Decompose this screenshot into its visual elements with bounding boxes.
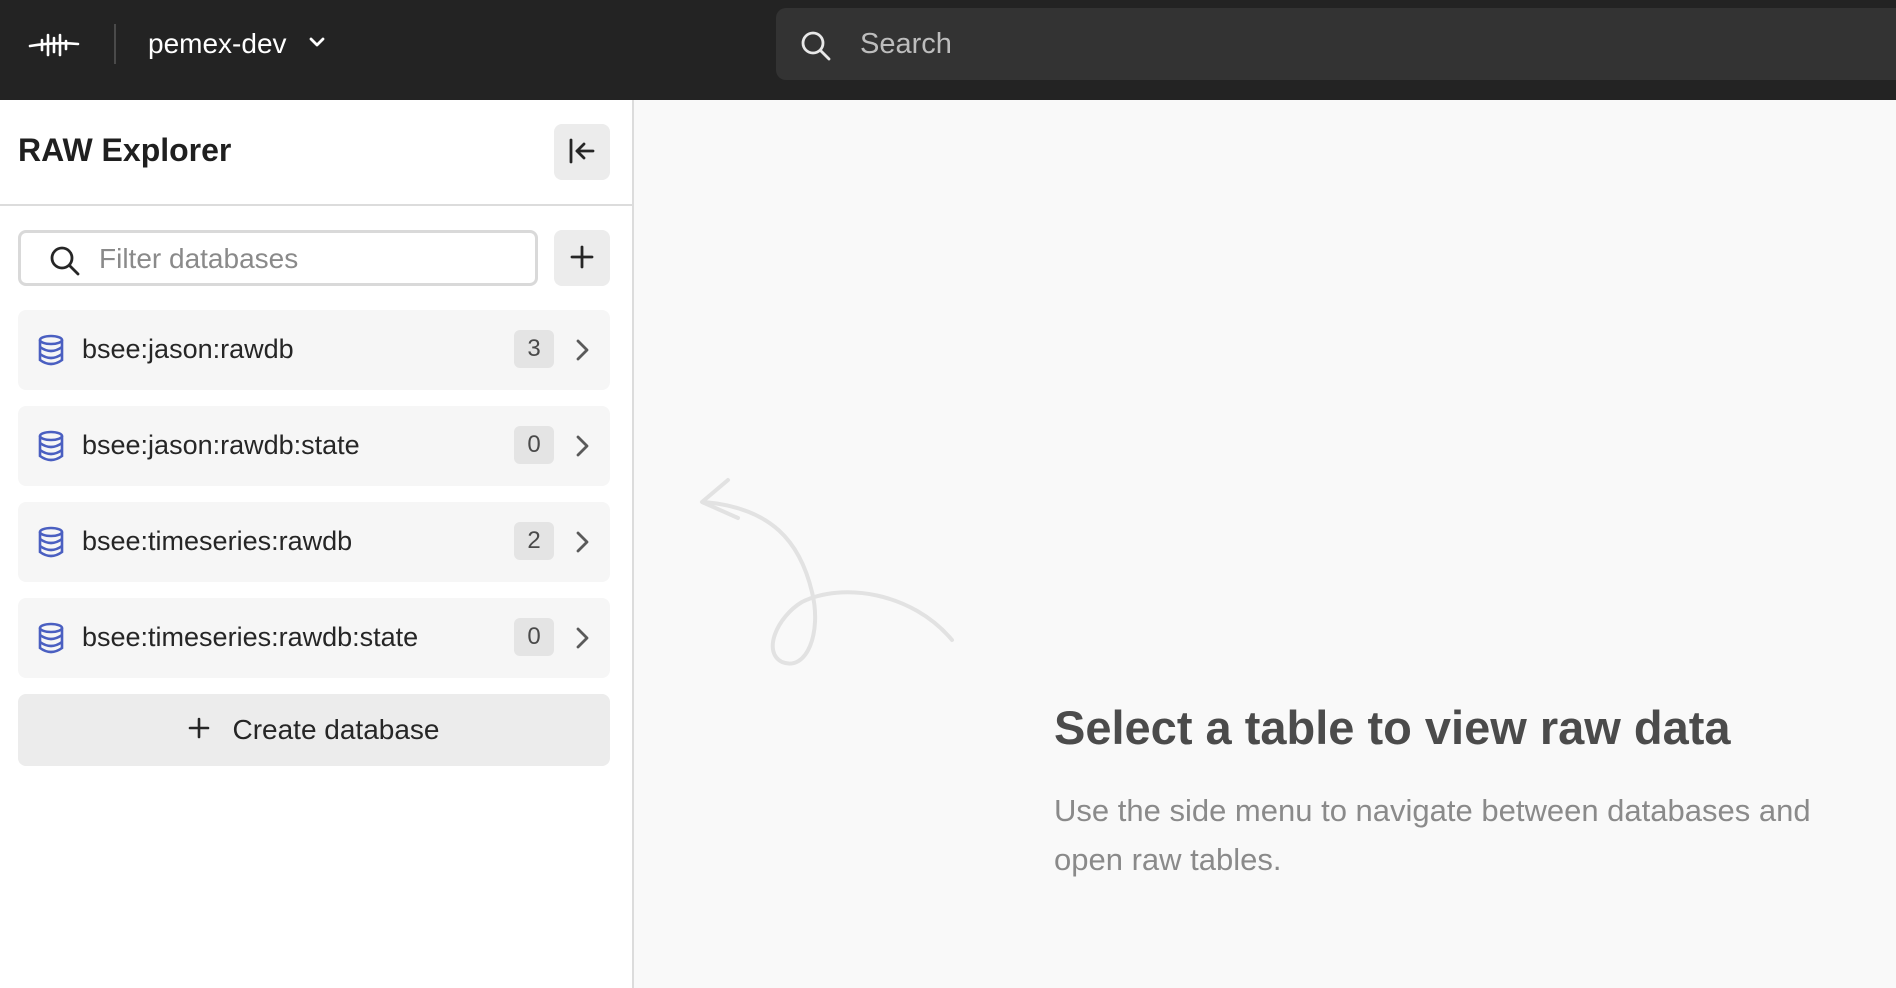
database-name: bsee:jason:rawdb bbox=[82, 334, 294, 364]
filter-databases-field[interactable] bbox=[18, 230, 538, 286]
database-item[interactable]: bsee:jason:rawdb:state 0 bbox=[18, 406, 610, 486]
database-name: bsee:jason:rawdb:state bbox=[82, 430, 360, 460]
chevron-down-icon bbox=[307, 35, 327, 54]
main-content: Select a table to view raw data Use the … bbox=[636, 100, 1896, 988]
chevron-right-icon bbox=[570, 432, 594, 460]
database-name: bsee:timeseries:rawdb:state bbox=[82, 622, 419, 652]
database-icon bbox=[36, 334, 66, 366]
filter-databases-input[interactable] bbox=[99, 241, 519, 277]
sidebar-header: RAW Explorer bbox=[0, 100, 632, 206]
database-name: bsee:timeseries:rawdb bbox=[82, 526, 353, 556]
chevron-right-icon bbox=[570, 624, 594, 652]
chevron-right-icon bbox=[570, 336, 594, 364]
database-item[interactable]: bsee:timeseries:rawdb:state 0 bbox=[18, 598, 610, 678]
table-count-badge: 0 bbox=[514, 426, 554, 464]
app-logo-icon[interactable] bbox=[28, 30, 80, 60]
database-item[interactable]: bsee:timeseries:rawdb 2 bbox=[18, 502, 610, 582]
database-icon bbox=[36, 430, 66, 462]
create-database-button[interactable]: Create database bbox=[18, 694, 610, 766]
plus-icon bbox=[188, 713, 210, 747]
chevron-right-icon bbox=[570, 528, 594, 556]
table-count-badge: 2 bbox=[514, 522, 554, 560]
search-icon bbox=[49, 245, 81, 277]
database-icon bbox=[36, 622, 66, 654]
project-selector[interactable]: pemex-dev bbox=[148, 22, 327, 66]
collapse-sidebar-button[interactable] bbox=[554, 124, 610, 180]
curved-arrow-illustration bbox=[692, 472, 982, 672]
search-icon bbox=[800, 30, 832, 62]
topbar-divider bbox=[114, 24, 116, 64]
project-name: pemex-dev bbox=[148, 28, 287, 59]
table-count-badge: 3 bbox=[514, 330, 554, 368]
add-database-button[interactable] bbox=[554, 230, 610, 286]
sidebar-title: RAW Explorer bbox=[18, 132, 232, 168]
empty-state-description: Use the side menu to navigate between da… bbox=[1054, 793, 1811, 877]
top-bar: pemex-dev bbox=[0, 0, 1896, 100]
database-icon bbox=[36, 526, 66, 558]
collapse-left-icon bbox=[567, 136, 597, 169]
database-item[interactable]: bsee:jason:rawdb 3 bbox=[18, 310, 610, 390]
create-database-label: Create database bbox=[232, 714, 440, 745]
global-search-input[interactable] bbox=[860, 22, 1860, 66]
table-count-badge: 0 bbox=[514, 618, 554, 656]
sidebar: RAW Explorer bsee:jason:rawdb 3 bbox=[0, 100, 634, 988]
plus-icon bbox=[569, 244, 595, 273]
global-search-bar[interactable] bbox=[776, 8, 1896, 80]
empty-state-title: Select a table to view raw data bbox=[1054, 701, 1731, 754]
